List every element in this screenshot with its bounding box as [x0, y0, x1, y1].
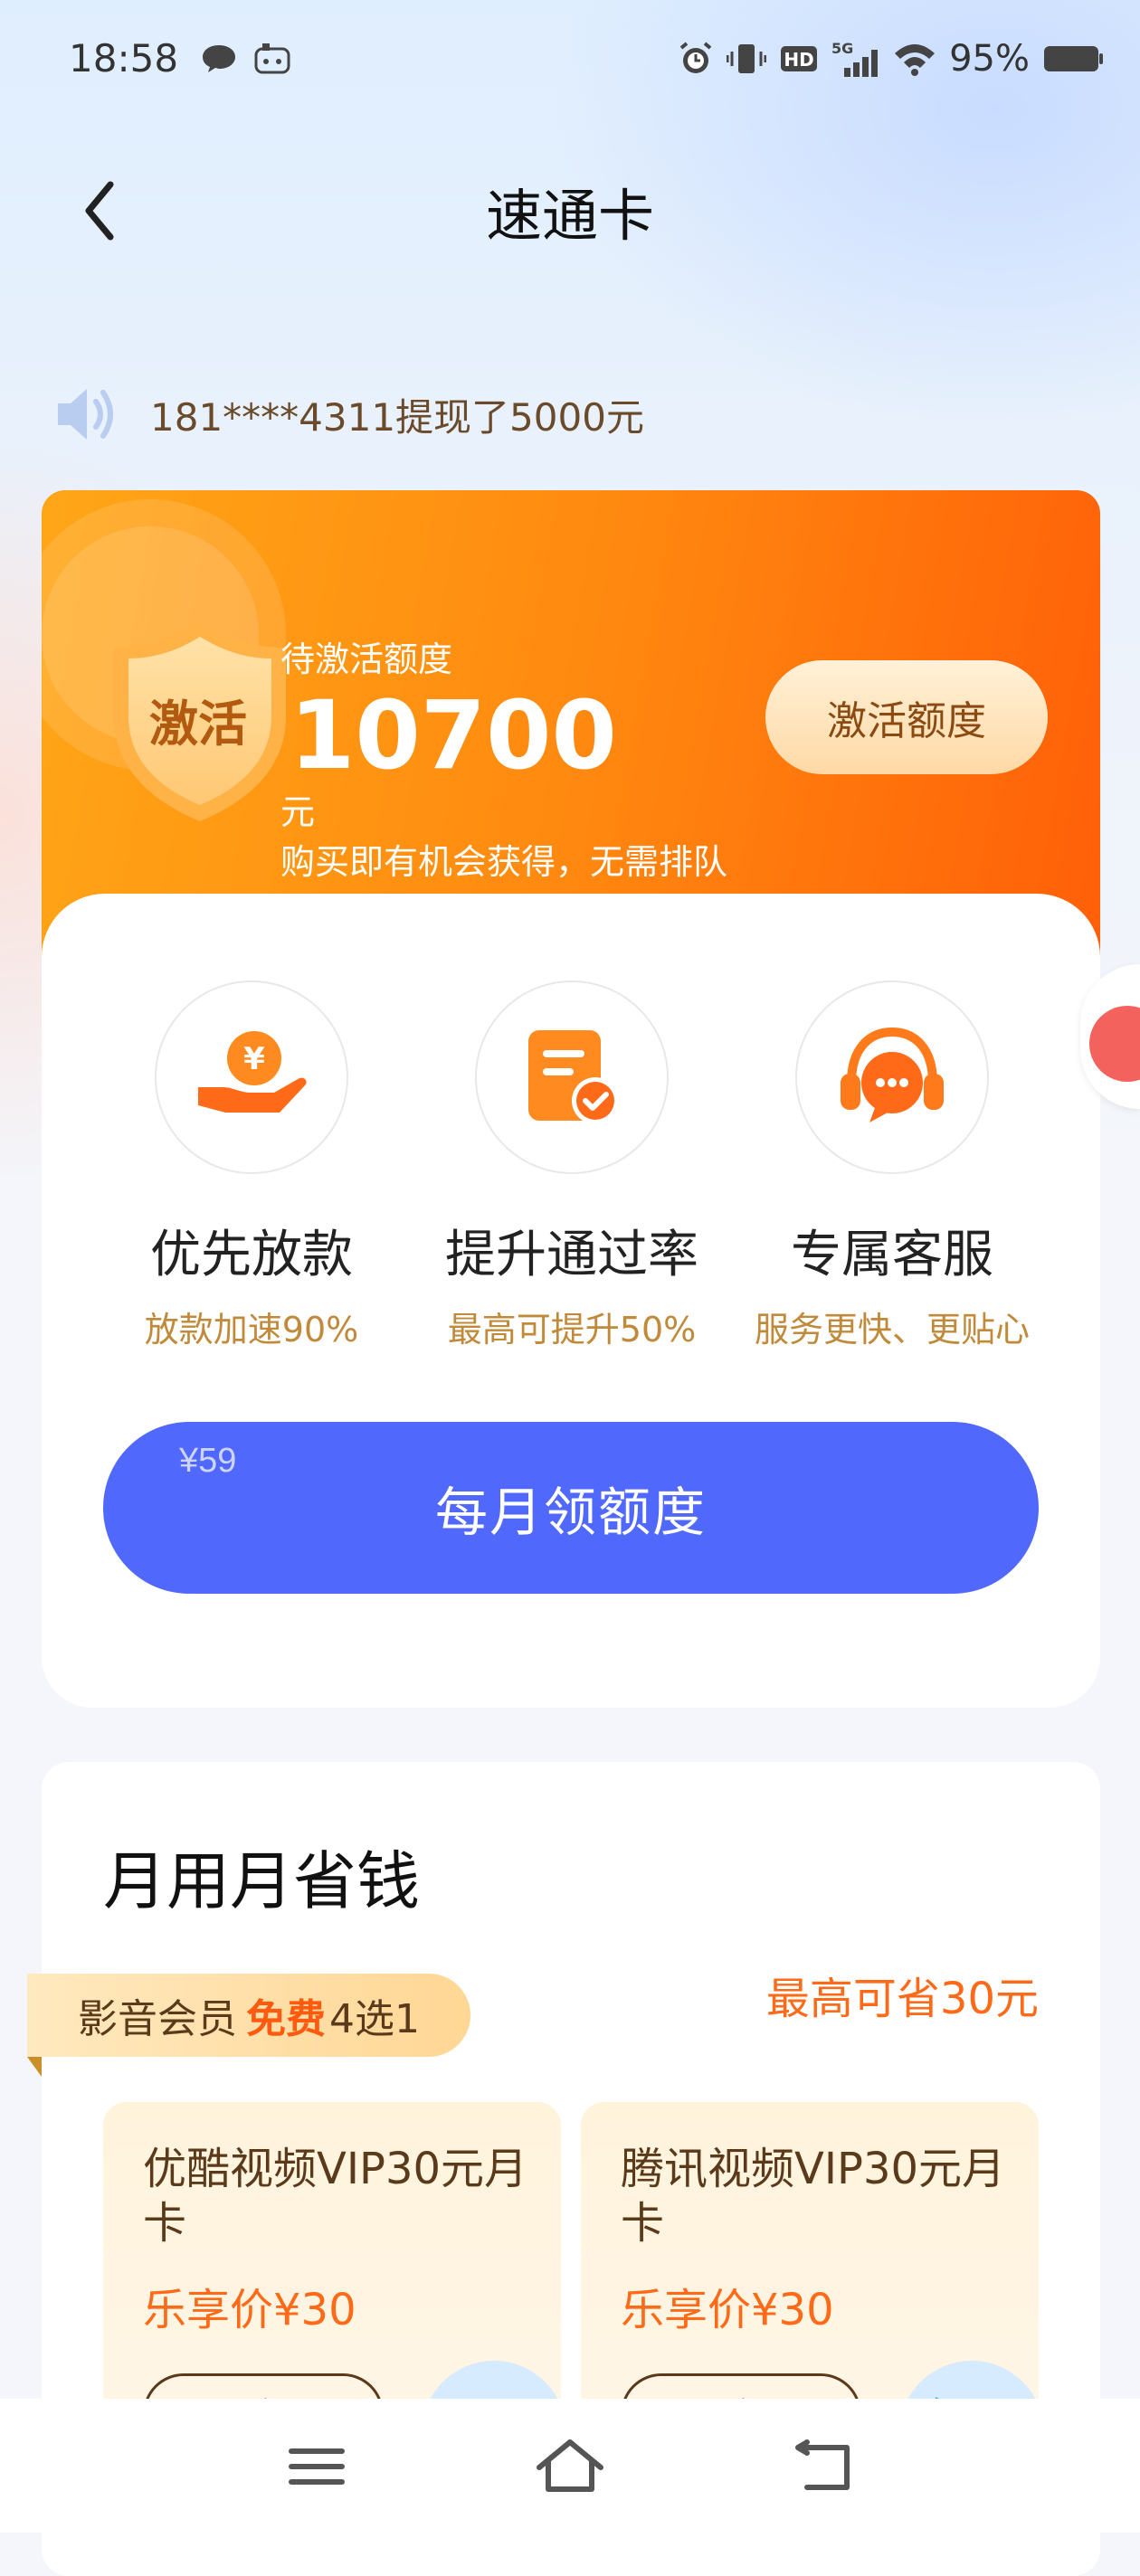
- back-nav-icon[interactable]: [787, 2435, 860, 2498]
- pending-amount: 10700: [290, 680, 617, 791]
- floating-badge-icon: [1089, 1006, 1140, 1082]
- benefit-icon-circle: [795, 980, 989, 1174]
- svg-text:HD: HD: [784, 49, 813, 71]
- signal-5g-icon: 5G: [831, 40, 879, 77]
- ribbon-prefix: 影音会员: [78, 1996, 237, 2042]
- monthly-credit-label: 每月领额度: [434, 1483, 707, 1542]
- benefit-icon-circle: ¥: [155, 980, 348, 1174]
- page-title: 速通卡: [485, 183, 654, 249]
- pending-amount-block: 待激活额度10700 元 购买即有机会获得，无需排队: [280, 599, 787, 886]
- wifi-icon: [895, 44, 936, 76]
- status-right-icons: HD 5G 95%: [678, 36, 1104, 81]
- savings-heading: 月用月省钱: [103, 1844, 420, 1918]
- benefit-subtitle: 放款加速90%: [144, 1310, 359, 1350]
- hd-icon: HD: [781, 46, 818, 71]
- benefit-approval-rate: 提升通过率 最高可提升50%: [418, 980, 726, 1351]
- benefit-title: 专属客服: [791, 1226, 993, 1284]
- benefit-subtitle: 服务更快、更贴心: [754, 1310, 1030, 1350]
- svg-text:¥: ¥: [243, 1041, 265, 1077]
- speaker-icon: [58, 389, 113, 440]
- vip-name: 优酷视频VIP30元月卡: [143, 2144, 528, 2249]
- battery-icon: [1044, 46, 1103, 71]
- status-time: 18:58: [69, 36, 179, 80]
- document-check-icon: [528, 1030, 619, 1124]
- benefit-customer-service: 专属客服 服务更快、更贴心: [738, 980, 1046, 1351]
- ribbon-fold: [27, 2057, 42, 2077]
- benefit-title: 优先放款: [150, 1226, 353, 1284]
- game-notification-icon: [254, 43, 290, 74]
- activate-credit-button[interactable]: 激活额度: [765, 660, 1048, 774]
- withdraw-ticker: 181****4311提现了5000元: [52, 378, 644, 450]
- benefit-priority-loan: ¥ 优先放款 放款加速90%: [98, 980, 405, 1351]
- amount-unit: 元: [280, 792, 316, 832]
- activation-card: 激活 待激活额度10700 元 购买即有机会获得，无需排队 激活额度: [42, 490, 1100, 961]
- benefit-title: 提升通过率: [445, 1226, 698, 1284]
- chat-notification-icon: [203, 45, 235, 72]
- vip-price: 乐享价¥30: [143, 2285, 356, 2335]
- max-savings: 最高可省30元: [765, 1974, 1039, 2024]
- menu-icon[interactable]: [280, 2435, 353, 2498]
- membership-ribbon: 影音会员 免费 4选1: [27, 1974, 470, 2057]
- svg-text:5G: 5G: [831, 40, 853, 57]
- shield-label: 激活: [149, 696, 247, 753]
- vip-price: 乐享价¥30: [621, 2285, 834, 2335]
- system-nav-bar: [0, 2399, 1140, 2533]
- ribbon-free: 免费: [246, 1996, 326, 2042]
- home-icon[interactable]: [534, 2435, 606, 2498]
- coin-hand-icon: ¥: [198, 1031, 307, 1113]
- ticker-text: 181****4311提现了5000元: [150, 394, 644, 440]
- monthly-price: ¥59: [179, 1442, 237, 1480]
- battery-percent: 95%: [949, 38, 1030, 80]
- benefit-icon-circle: [475, 980, 669, 1174]
- pending-label: 待激活额度: [280, 639, 453, 679]
- monthly-credit-button[interactable]: ¥59 每月领额度: [103, 1422, 1039, 1594]
- benefits-card: ¥ 优先放款 放款加速90% 提升通过率 最高可提升50% 专属客服 服务更快、…: [42, 894, 1100, 1708]
- ribbon-suffix: 4选1: [329, 1996, 420, 2042]
- headset-chat-icon: [841, 1027, 944, 1122]
- status-bar: 18:58 HD 5G 95%: [0, 0, 1140, 118]
- vibrate-icon: [727, 44, 767, 73]
- vip-name: 腾讯视频VIP30元月卡: [621, 2144, 1006, 2249]
- activation-description: 购买即有机会获得，无需排队: [280, 842, 728, 882]
- benefit-subtitle: 最高可提升50%: [447, 1310, 697, 1350]
- alarm-icon: [679, 42, 712, 73]
